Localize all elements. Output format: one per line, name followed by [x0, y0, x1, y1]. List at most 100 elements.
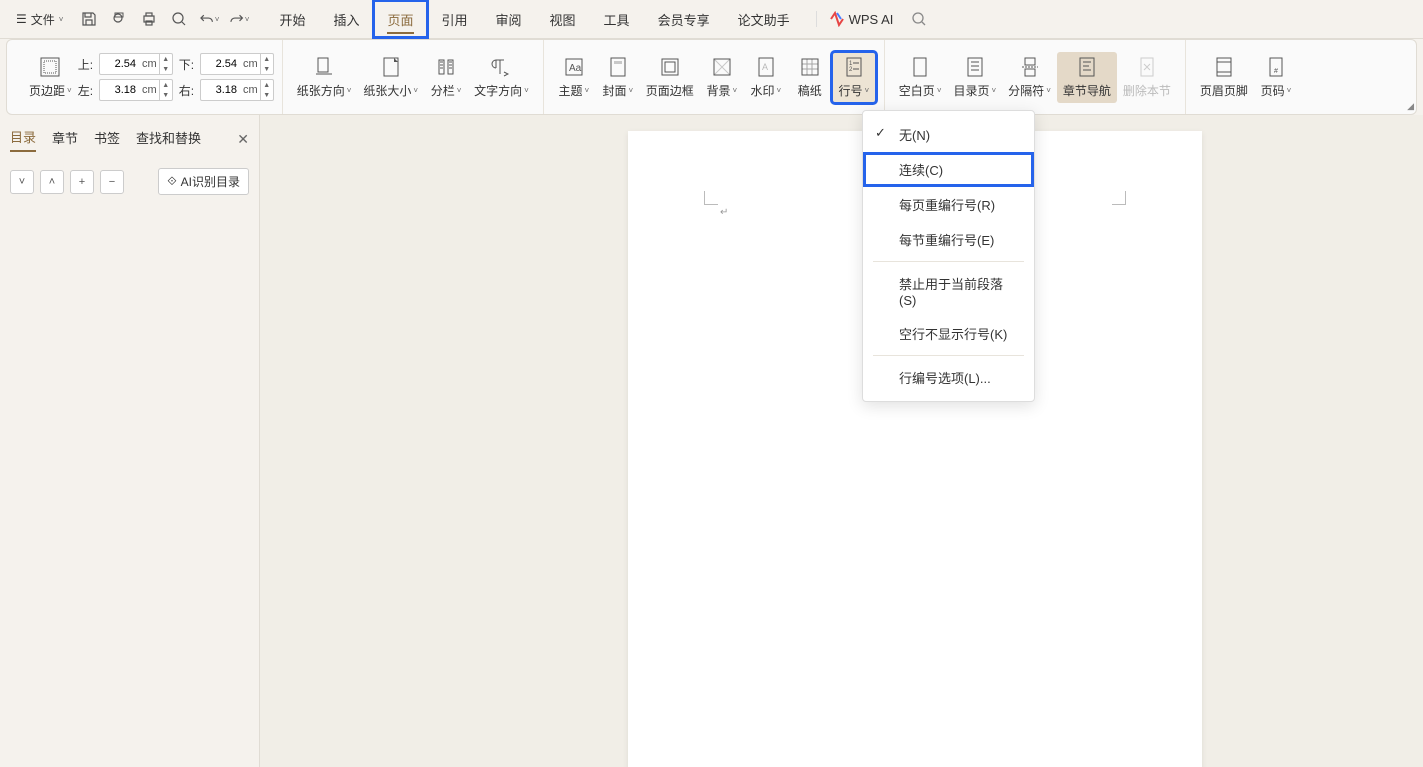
print-preview-icon[interactable]: [109, 9, 129, 29]
sidebar-tab-chapter[interactable]: 章节: [52, 128, 78, 151]
margin-right-input[interactable]: cm ▲▼: [200, 79, 274, 101]
dropdown-item-restart-page[interactable]: 每页重编行号(R): [863, 187, 1034, 222]
ribbon-group-margins: 页边距˅ 上: cm ▲▼ 下: cm ▲▼ 左: cm ▲▼ 右:: [15, 40, 283, 114]
dropdown-item-continuous[interactable]: 连续(C): [863, 152, 1034, 187]
spinner-up[interactable]: ▲: [261, 54, 273, 64]
page-margin-button[interactable]: 页边距˅: [23, 52, 78, 103]
tab-member[interactable]: 会员专享: [644, 0, 724, 38]
ai-toc-button[interactable]: ⟐ AI识别目录: [158, 168, 249, 195]
columns-icon: [435, 56, 457, 78]
margin-top-value[interactable]: [100, 58, 140, 70]
collapse-button[interactable]: ˅: [10, 170, 34, 194]
separator-button[interactable]: 分隔符˅: [1002, 52, 1057, 103]
wps-ai-label: WPS AI: [849, 12, 894, 27]
margin-right-label: 右:: [179, 82, 194, 99]
file-label: 文件: [31, 11, 55, 28]
chevron-down-icon: ˅: [776, 86, 781, 95]
tab-tools[interactable]: 工具: [590, 0, 644, 38]
manuscript-label: 稿纸: [798, 82, 822, 99]
tab-thesis[interactable]: 论文助手: [724, 0, 804, 38]
chevron-down-icon: ˅: [937, 86, 942, 95]
margin-unit: cm: [241, 58, 260, 70]
spinner-up[interactable]: ▲: [261, 80, 273, 90]
spinner-down[interactable]: ▼: [160, 64, 172, 74]
page-number-button[interactable]: # 页码˅: [1254, 52, 1298, 103]
remove-button[interactable]: −: [100, 170, 124, 194]
menu-bar: ☰ 文件 ˅ ˅ ˅ 开始 插入 页面 引用 审阅 视图 工具 会员专享 论文助…: [0, 0, 1423, 39]
columns-button[interactable]: 分栏˅: [424, 52, 468, 103]
chapter-nav-button[interactable]: 章节导航: [1057, 52, 1117, 103]
ribbon-tabs: 开始 插入 页面 引用 审阅 视图 工具 会员专享 论文助手: [265, 0, 803, 38]
chevron-down-icon: ˅: [1287, 86, 1292, 95]
header-footer-button[interactable]: 页眉页脚: [1194, 52, 1254, 103]
chevron-down-icon: ˅: [992, 86, 997, 95]
size-button[interactable]: 纸张大小˅: [357, 52, 424, 103]
margin-bottom-value[interactable]: [201, 58, 241, 70]
orientation-button[interactable]: 纸张方向˅: [291, 52, 358, 103]
background-button[interactable]: 背景˅: [700, 52, 744, 103]
spinner: ▲▼: [260, 80, 273, 100]
redo-icon[interactable]: ˅: [229, 9, 249, 29]
orientation-label: 纸张方向: [297, 82, 345, 99]
margin-top-input[interactable]: cm ▲▼: [99, 53, 173, 75]
spinner: ▲▼: [260, 54, 273, 74]
manuscript-button[interactable]: 稿纸: [788, 52, 832, 103]
spinner-up[interactable]: ▲: [160, 54, 172, 64]
document-canvas[interactable]: ↵: [260, 115, 1423, 767]
spinner-down[interactable]: ▼: [261, 90, 273, 100]
expand-button[interactable]: ˄: [40, 170, 64, 194]
cover-button[interactable]: 封面˅: [596, 52, 640, 103]
text-direction-button[interactable]: 文字方向˅: [468, 52, 535, 103]
theme-button[interactable]: Aa 主题˅: [552, 52, 596, 103]
watermark-icon: A: [755, 56, 777, 78]
preview-icon[interactable]: [169, 9, 189, 29]
wps-ai-button[interactable]: WPS AI: [816, 11, 894, 27]
margin-left-input[interactable]: cm ▲▼: [99, 79, 173, 101]
spinner-down[interactable]: ▼: [261, 64, 273, 74]
undo-icon[interactable]: ˅: [199, 9, 219, 29]
sidebar-tab-bookmark[interactable]: 书签: [94, 128, 120, 151]
ai-toc-label: AI识别目录: [181, 173, 240, 190]
tab-start[interactable]: 开始: [265, 0, 319, 38]
tab-review[interactable]: 审阅: [482, 0, 536, 38]
page-border-label: 页面边框: [646, 82, 694, 99]
ribbon-group-page-setup: 纸张方向˅ 纸张大小˅ 分栏˅ 文字方向˅: [283, 40, 544, 114]
save-icon[interactable]: [79, 9, 99, 29]
dropdown-item-options[interactable]: 行编号选项(L)...: [863, 360, 1034, 395]
delete-section-button: 删除本节: [1117, 52, 1177, 103]
chevron-down-icon: ˅: [864, 86, 869, 95]
sidebar-tab-toc[interactable]: 目录: [10, 127, 36, 152]
page-border-button[interactable]: 页面边框: [640, 52, 700, 103]
sidebar-tab-find[interactable]: 查找和替换: [136, 128, 201, 151]
watermark-button[interactable]: A 水印˅: [744, 52, 788, 103]
sidebar-close-button[interactable]: ✕: [237, 131, 249, 148]
dropdown-item-restart-section[interactable]: 每节重编行号(E): [863, 222, 1034, 257]
dropdown-item-none[interactable]: 无(N): [863, 117, 1034, 152]
dropdown-item-hide-blank[interactable]: 空行不显示行号(K): [863, 316, 1034, 351]
tab-insert[interactable]: 插入: [319, 0, 373, 38]
file-menu[interactable]: ☰ 文件 ˅: [8, 7, 71, 32]
blank-page-button[interactable]: 空白页˅: [893, 52, 948, 103]
toc-page-button[interactable]: 目录页˅: [947, 52, 1002, 103]
spinner-down[interactable]: ▼: [160, 90, 172, 100]
ribbon-expand-button[interactable]: ◢: [1407, 101, 1414, 112]
dropdown-item-suppress[interactable]: 禁止用于当前段落(S): [863, 266, 1034, 316]
columns-label: 分栏: [431, 82, 455, 99]
margin-bottom-input[interactable]: cm ▲▼: [200, 53, 274, 75]
line-number-button[interactable]: 12 行号˅: [832, 52, 876, 103]
toc-page-label: 目录页: [953, 82, 989, 99]
margin-right-value[interactable]: [201, 84, 241, 96]
search-icon[interactable]: [909, 9, 929, 29]
chapter-nav-label: 章节导航: [1063, 82, 1111, 99]
add-button[interactable]: +: [70, 170, 94, 194]
line-number-dropdown: 无(N) 连续(C) 每页重编行号(R) 每节重编行号(E) 禁止用于当前段落(…: [862, 110, 1035, 402]
chevron-down-icon: ˅: [413, 86, 418, 95]
size-icon: [380, 56, 402, 78]
margin-left-value[interactable]: [100, 84, 140, 96]
print-icon[interactable]: [139, 9, 159, 29]
chevron-down-icon: ˅: [59, 15, 64, 24]
tab-reference[interactable]: 引用: [428, 0, 482, 38]
tab-view[interactable]: 视图: [536, 0, 590, 38]
spinner-up[interactable]: ▲: [160, 80, 172, 90]
tab-page[interactable]: 页面: [373, 0, 427, 38]
